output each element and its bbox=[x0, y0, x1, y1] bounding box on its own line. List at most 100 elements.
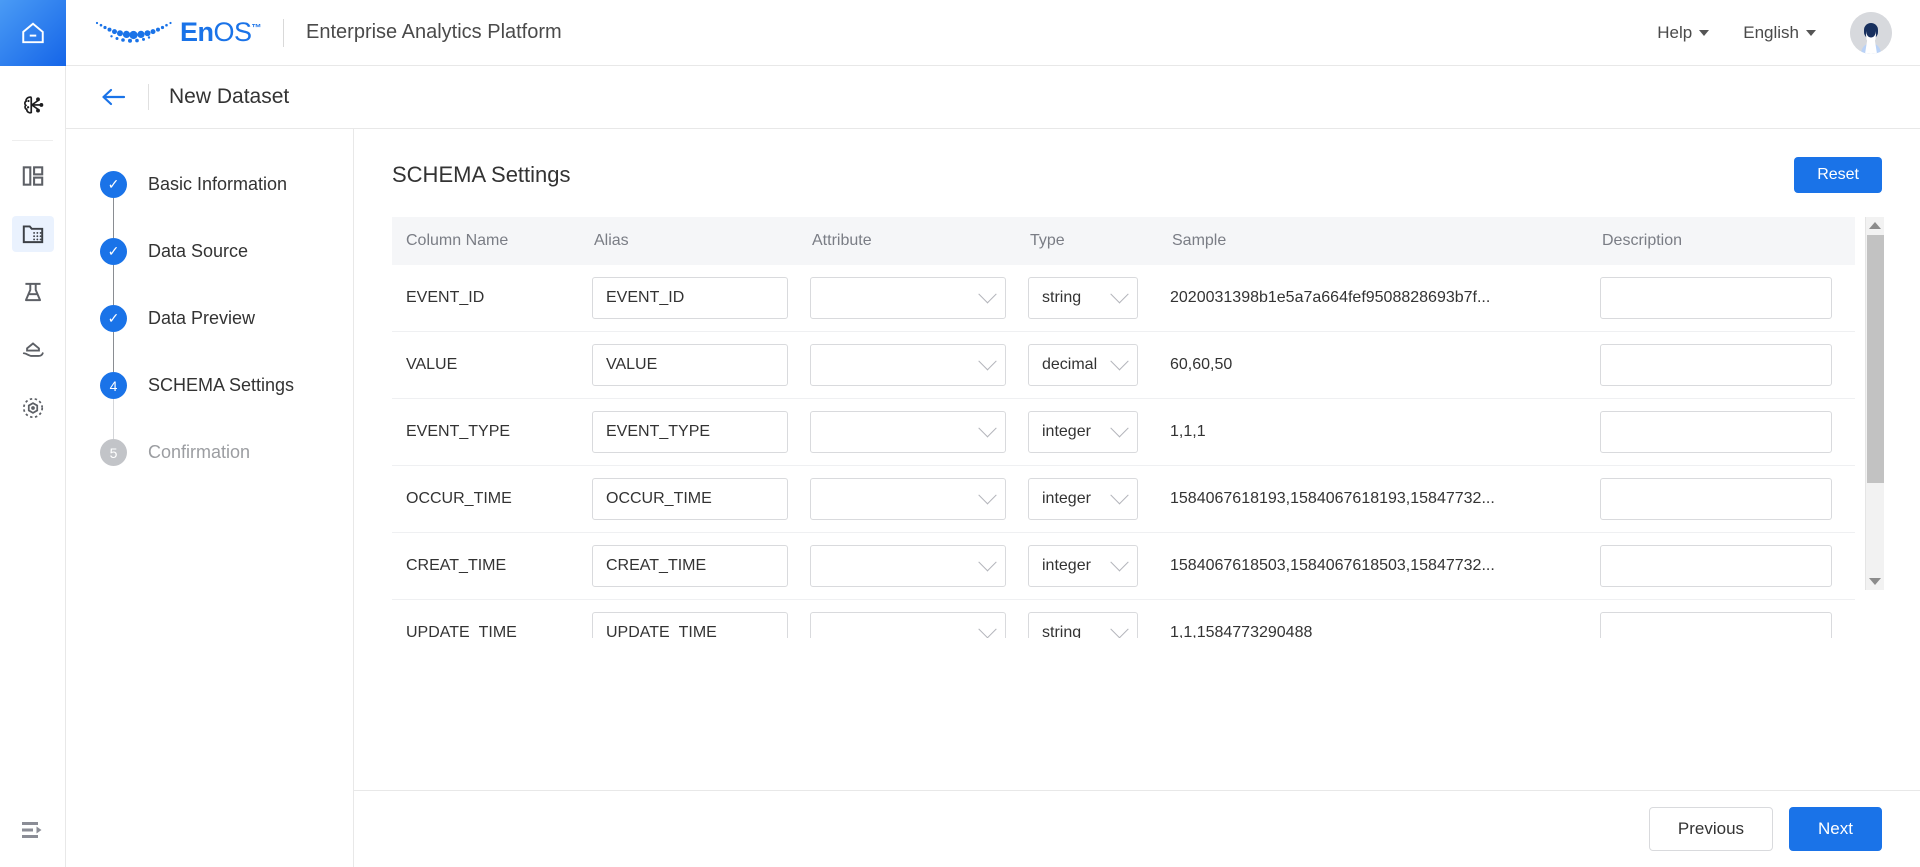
cell-alias bbox=[592, 612, 810, 638]
type-select[interactable]: string bbox=[1028, 277, 1138, 319]
cell-attribute bbox=[810, 277, 1028, 319]
page-title: New Dataset bbox=[169, 85, 290, 108]
cell-alias bbox=[592, 277, 810, 319]
sidebar-item-service[interactable] bbox=[0, 321, 66, 379]
header-divider bbox=[283, 18, 285, 47]
cell-sample: 2020031398b1e5a7a664fef9508828693b7f... bbox=[1170, 289, 1491, 306]
chevron-down-icon bbox=[978, 619, 997, 638]
enos-swoosh-icon bbox=[95, 21, 172, 43]
attribute-select[interactable] bbox=[810, 277, 1006, 319]
alias-input[interactable] bbox=[592, 612, 788, 638]
cell-attribute bbox=[810, 411, 1028, 453]
schema-table: Column Name Alias Attribute Type Sample … bbox=[392, 217, 1884, 638]
sidebar-item-ai-model[interactable] bbox=[0, 76, 66, 134]
wizard-step-marker: ✓ bbox=[100, 238, 127, 265]
alias-input[interactable] bbox=[592, 344, 788, 386]
table-row: VALUE decimal 60,60,50 bbox=[392, 332, 1855, 399]
attribute-select[interactable] bbox=[810, 344, 1006, 386]
reset-button[interactable]: Reset bbox=[1794, 157, 1882, 193]
attribute-select[interactable] bbox=[810, 545, 1006, 587]
cell-alias bbox=[592, 545, 810, 587]
alias-input[interactable] bbox=[592, 411, 788, 453]
main-content: SCHEMA Settings Reset Column Name Alias … bbox=[354, 129, 1920, 867]
cell-column-name: UPDATE_TIME bbox=[406, 624, 517, 638]
description-input[interactable] bbox=[1600, 411, 1832, 453]
alias-input[interactable] bbox=[592, 545, 788, 587]
alias-input[interactable] bbox=[592, 277, 788, 319]
logo-text-en: En bbox=[180, 17, 214, 47]
back-arrow-icon bbox=[102, 88, 126, 106]
type-select[interactable]: integer bbox=[1028, 545, 1138, 587]
type-select-value: string bbox=[1042, 289, 1082, 306]
column-header-description: Description bbox=[1602, 232, 1683, 249]
column-header-alias: Alias bbox=[594, 232, 629, 249]
cell-sample: 1584067618193,1584067618193,15847732... bbox=[1170, 490, 1495, 507]
wizard-step-label: Basic Information bbox=[148, 174, 288, 194]
scroll-down-arrow-icon[interactable] bbox=[1869, 578, 1881, 585]
sidebar-item-dashboard[interactable] bbox=[0, 147, 66, 205]
wizard-step-marker: 4 bbox=[100, 372, 127, 399]
type-select[interactable]: integer bbox=[1028, 478, 1138, 520]
type-select[interactable]: string bbox=[1028, 612, 1138, 638]
wizard-step-1[interactable]: ✓ Basic Information bbox=[66, 171, 353, 198]
scrollbar-thumb[interactable] bbox=[1867, 235, 1884, 483]
language-menu[interactable]: English bbox=[1743, 23, 1816, 43]
wizard-step-label: SCHEMA Settings bbox=[148, 375, 295, 395]
chevron-down-icon bbox=[978, 552, 997, 571]
wizard-step-5[interactable]: 5 Confirmation bbox=[66, 439, 353, 466]
sidebar-item-dataset[interactable] bbox=[0, 205, 66, 263]
lab-flask-icon bbox=[12, 274, 54, 310]
chevron-down-icon bbox=[978, 351, 997, 370]
attribute-select[interactable] bbox=[810, 411, 1006, 453]
cell-type: string bbox=[1028, 277, 1170, 319]
cell-description bbox=[1600, 612, 1855, 638]
collapse-panel-icon bbox=[22, 822, 42, 838]
attribute-select[interactable] bbox=[810, 478, 1006, 520]
back-button[interactable] bbox=[98, 82, 128, 112]
table-vertical-scrollbar[interactable] bbox=[1865, 217, 1884, 590]
rail-item-list bbox=[0, 66, 65, 437]
wizard-step-2[interactable]: ✓ Data Source bbox=[66, 238, 353, 265]
cell-type: integer bbox=[1028, 411, 1170, 453]
type-select-value: integer bbox=[1042, 490, 1091, 507]
chevron-down-icon bbox=[978, 284, 997, 303]
chevron-down-icon bbox=[1699, 29, 1710, 36]
chevron-down-icon bbox=[1110, 485, 1129, 504]
alias-input[interactable] bbox=[592, 478, 788, 520]
type-select-value: decimal bbox=[1042, 356, 1098, 373]
logo-trademark: ™ bbox=[251, 23, 262, 34]
cell-column-name: CREAT_TIME bbox=[406, 557, 507, 574]
wizard-step-3[interactable]: ✓ Data Preview bbox=[66, 305, 353, 332]
next-button[interactable]: Next bbox=[1789, 807, 1882, 851]
description-input[interactable] bbox=[1600, 277, 1832, 319]
cell-attribute bbox=[810, 478, 1028, 520]
avatar[interactable] bbox=[1850, 11, 1892, 54]
type-select[interactable]: decimal bbox=[1028, 344, 1138, 386]
sidebar-item-settings[interactable] bbox=[0, 379, 66, 437]
sidebar-item-lab[interactable] bbox=[0, 263, 66, 321]
attribute-select[interactable] bbox=[810, 612, 1006, 638]
cell-description bbox=[1600, 344, 1855, 386]
service-hand-icon bbox=[12, 332, 54, 368]
collapse-sidebar-button[interactable] bbox=[0, 819, 66, 841]
wizard-step-4[interactable]: 4 SCHEMA Settings bbox=[66, 372, 353, 399]
wizard-step-marker: ✓ bbox=[100, 171, 127, 198]
home-button[interactable] bbox=[0, 0, 66, 66]
description-input[interactable] bbox=[1600, 478, 1832, 520]
table-header-row: Column Name Alias Attribute Type Sample … bbox=[392, 217, 1855, 265]
help-menu[interactable]: Help bbox=[1657, 23, 1710, 43]
description-input[interactable] bbox=[1600, 344, 1832, 386]
cell-type: integer bbox=[1028, 545, 1170, 587]
type-select[interactable]: integer bbox=[1028, 411, 1138, 453]
cell-sample: 60,60,50 bbox=[1170, 356, 1233, 373]
wizard-step-connector bbox=[113, 198, 114, 238]
sub-header-bar: New Dataset bbox=[66, 66, 1920, 129]
table-body: EVENT_IDstring2020031398b1e5a7a664fef950… bbox=[392, 265, 1855, 638]
brand-logo[interactable]: EnOS™ bbox=[66, 16, 262, 50]
top-header-bar: EnOS™ Enterprise Analytics Platform Help… bbox=[66, 0, 1920, 66]
scroll-up-arrow-icon[interactable] bbox=[1869, 222, 1881, 229]
chevron-down-icon bbox=[978, 418, 997, 437]
description-input[interactable] bbox=[1600, 612, 1832, 638]
description-input[interactable] bbox=[1600, 545, 1832, 587]
previous-button[interactable]: Previous bbox=[1648, 807, 1774, 851]
